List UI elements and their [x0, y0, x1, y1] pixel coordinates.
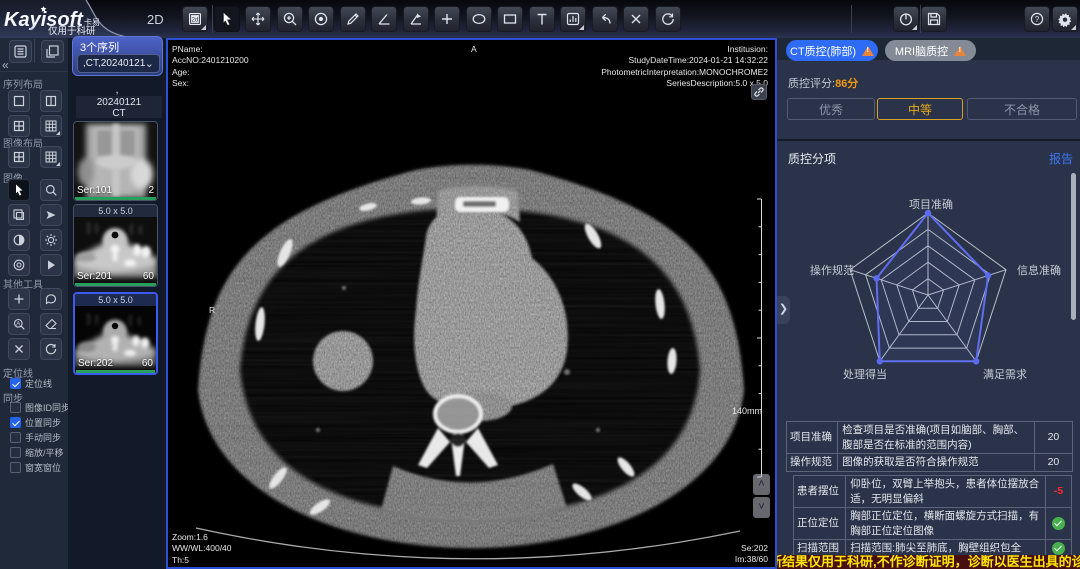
svg-text:2d: 2d	[192, 18, 199, 24]
svg-text:?: ?	[1035, 15, 1040, 24]
svg-text:A: A	[16, 322, 20, 328]
